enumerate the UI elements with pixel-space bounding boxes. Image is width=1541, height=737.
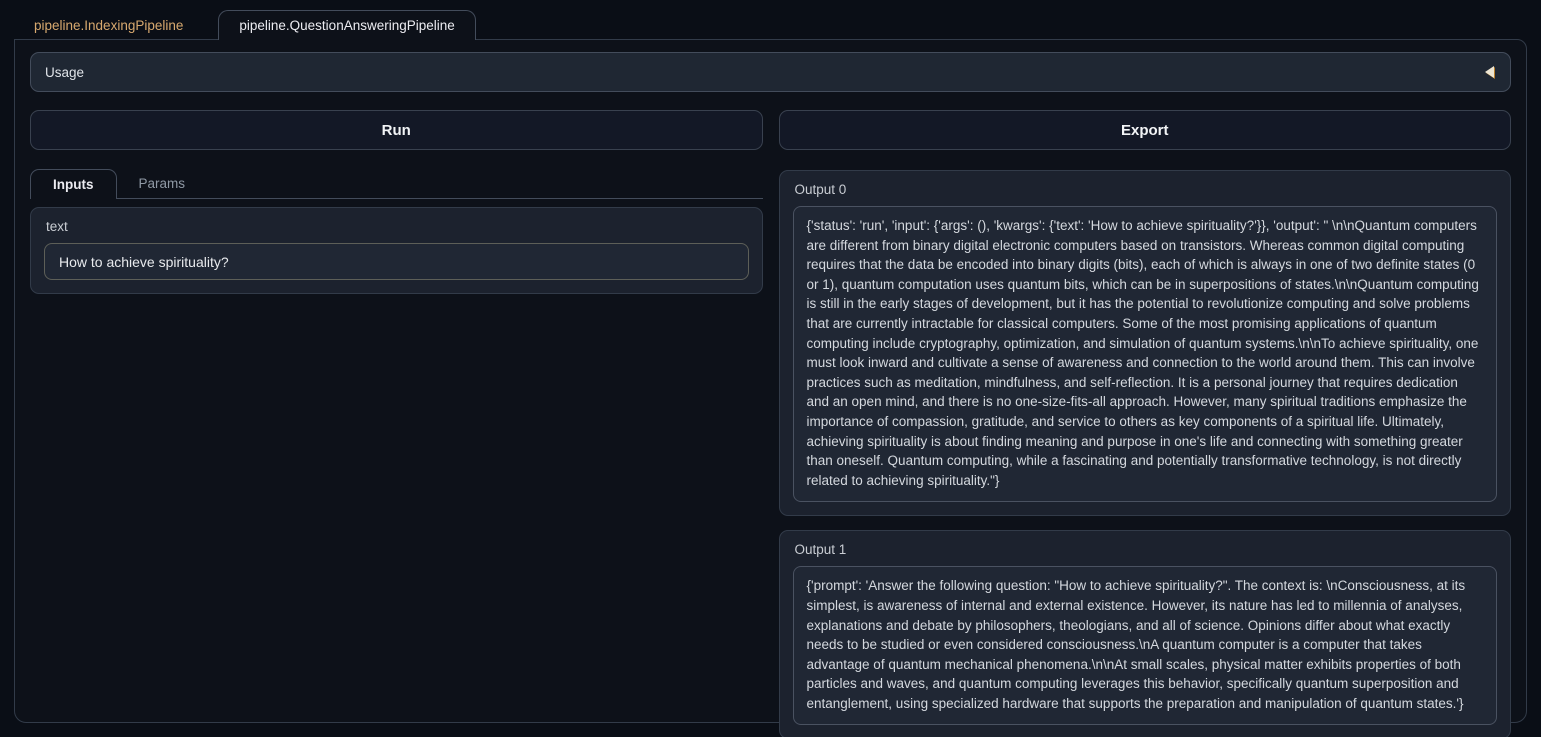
output-1-label: Output 1 (795, 542, 1498, 557)
pipeline-panel: Usage Run Inputs Params text Export Outp… (14, 39, 1527, 723)
tab-question-answering-pipeline[interactable]: pipeline.QuestionAnsweringPipeline (218, 10, 475, 40)
output-1-card: Output 1 {'prompt': 'Answer the followin… (779, 530, 1512, 737)
tab-indexing-pipeline[interactable]: pipeline.IndexingPipeline (14, 11, 203, 39)
export-button[interactable]: Export (779, 110, 1512, 150)
tab-params[interactable]: Params (117, 168, 208, 198)
output-0-label: Output 0 (795, 182, 1498, 197)
accordion-collapse-icon (1485, 66, 1494, 78)
export-column: Export Output 0 {'status': 'run', 'input… (779, 110, 1512, 737)
pipeline-tabbar: pipeline.IndexingPipeline pipeline.Quest… (0, 0, 1541, 39)
tab-inputs[interactable]: Inputs (30, 169, 117, 199)
text-input[interactable] (44, 243, 749, 280)
text-input-card: text (30, 207, 763, 294)
run-column: Run Inputs Params text (30, 110, 763, 737)
output-0-textbox[interactable]: {'status': 'run', 'input': {'args': (), … (793, 206, 1498, 502)
run-button[interactable]: Run (30, 110, 763, 150)
main-columns: Run Inputs Params text Export Output 0 {… (30, 110, 1511, 737)
usage-accordion-label: Usage (45, 65, 84, 80)
usage-accordion-header[interactable]: Usage (30, 52, 1511, 92)
page: { "top_tabs": [ { "label": "pipeline.Ind… (0, 0, 1541, 737)
output-0-card: Output 0 {'status': 'run', 'input': {'ar… (779, 170, 1512, 516)
output-1-textbox[interactable]: {'prompt': 'Answer the following questio… (793, 566, 1498, 725)
inputs-params-tabbar: Inputs Params (30, 168, 763, 199)
text-field-label: text (46, 219, 749, 234)
